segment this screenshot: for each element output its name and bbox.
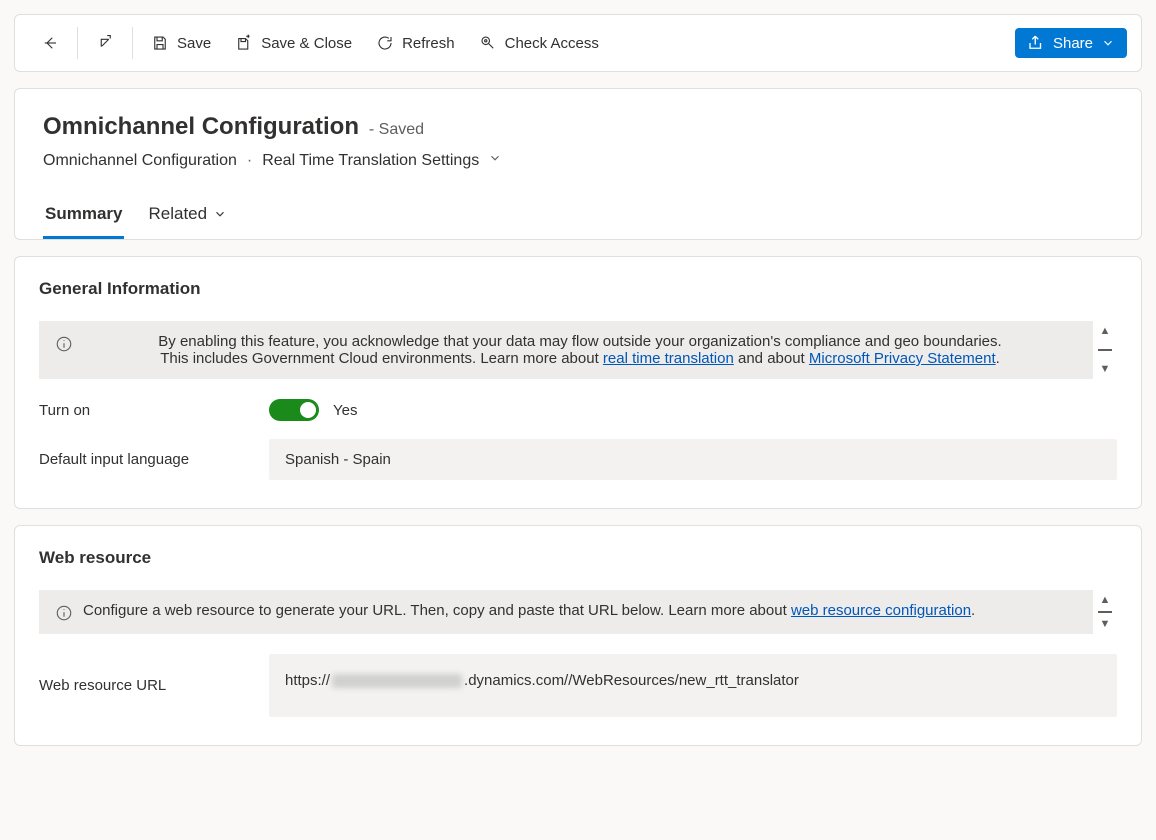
row-default-language: Default input language Spanish - Spain bbox=[39, 439, 1117, 480]
section-title-web-resource: Web resource bbox=[39, 548, 1117, 568]
save-close-label: Save & Close bbox=[261, 35, 352, 52]
save-label: Save bbox=[177, 35, 211, 52]
url-redacted bbox=[332, 674, 462, 688]
url-prefix: https:// bbox=[285, 672, 330, 689]
separator bbox=[77, 27, 78, 59]
check-access-button[interactable]: Check Access bbox=[467, 26, 611, 60]
tab-related-label: Related bbox=[148, 204, 207, 224]
toggle-turn-on-wrap: Yes bbox=[269, 399, 357, 421]
command-bar: Save Save & Close Refresh Check Access S… bbox=[14, 14, 1142, 72]
info-banner-web: Configure a web resource to generate you… bbox=[39, 590, 1093, 634]
scroll-up-icon: ▲ bbox=[1100, 594, 1111, 606]
share-label: Share bbox=[1053, 35, 1093, 52]
toggle-turn-on-value: Yes bbox=[333, 402, 357, 419]
scroll-bar-icon bbox=[1098, 349, 1112, 351]
open-new-window-button[interactable] bbox=[84, 26, 126, 60]
chevron-down-icon bbox=[1101, 36, 1115, 50]
info-line2c: . bbox=[996, 350, 1000, 367]
scroll-down-icon: ▼ bbox=[1100, 618, 1111, 630]
label-turn-on: Turn on bbox=[39, 402, 269, 419]
breadcrumb-item-1[interactable]: Omnichannel Configuration bbox=[43, 152, 237, 170]
open-external-icon bbox=[96, 34, 114, 52]
info-line2b: and about bbox=[734, 350, 809, 367]
info-message-web: Configure a web resource to generate you… bbox=[83, 602, 1077, 622]
info-line1: By enabling this feature, you acknowledg… bbox=[158, 333, 1001, 350]
section-general-information: General Information By enabling this fea… bbox=[14, 256, 1142, 509]
info-web-b: . bbox=[971, 602, 975, 619]
page-title: Omnichannel Configuration bbox=[43, 113, 359, 140]
refresh-label: Refresh bbox=[402, 35, 455, 52]
link-privacy-statement[interactable]: Microsoft Privacy Statement bbox=[809, 350, 996, 367]
tab-summary[interactable]: Summary bbox=[43, 194, 124, 239]
scroll-up-icon: ▲ bbox=[1100, 325, 1111, 337]
info-message: By enabling this feature, you acknowledg… bbox=[83, 333, 1077, 367]
chevron-down-icon bbox=[488, 151, 502, 165]
share-icon bbox=[1027, 34, 1045, 52]
url-suffix: .dynamics.com//WebResources/new_rtt_tran… bbox=[464, 672, 799, 689]
breadcrumb-item-2-label: Real Time Translation Settings bbox=[262, 152, 479, 169]
link-web-resource-config[interactable]: web resource configuration bbox=[791, 602, 971, 619]
row-web-resource-url: Web resource URL https:// .dynamics.com//… bbox=[39, 654, 1117, 717]
input-web-resource-url[interactable]: https:// .dynamics.com//WebResources/new_… bbox=[269, 654, 1117, 717]
tab-related[interactable]: Related bbox=[146, 194, 229, 239]
info-banner-wrap: By enabling this feature, you acknowledg… bbox=[39, 321, 1117, 379]
chevron-down-icon bbox=[213, 207, 227, 221]
record-header: Omnichannel Configuration - Saved Omnich… bbox=[14, 88, 1142, 240]
save-icon bbox=[151, 34, 169, 52]
row-turn-on: Turn on Yes bbox=[39, 399, 1117, 421]
info-banner-wrap-web: Configure a web resource to generate you… bbox=[39, 590, 1117, 634]
info-web-a: Configure a web resource to generate you… bbox=[83, 602, 791, 619]
label-web-resource-url: Web resource URL bbox=[39, 677, 269, 694]
scroll-indicator[interactable]: ▲ ▼ bbox=[1093, 321, 1117, 379]
breadcrumb-separator: · bbox=[247, 152, 252, 170]
save-button[interactable]: Save bbox=[139, 26, 223, 60]
separator bbox=[132, 27, 133, 59]
save-close-button[interactable]: Save & Close bbox=[223, 26, 364, 60]
check-access-icon bbox=[479, 34, 497, 52]
save-close-icon bbox=[235, 34, 253, 52]
back-button[interactable] bbox=[29, 26, 71, 60]
breadcrumb-item-2[interactable]: Real Time Translation Settings bbox=[262, 151, 501, 170]
refresh-button[interactable]: Refresh bbox=[364, 26, 467, 60]
tab-summary-label: Summary bbox=[45, 204, 122, 224]
section-web-resource: Web resource Configure a web resource to… bbox=[14, 525, 1142, 746]
share-button[interactable]: Share bbox=[1015, 28, 1127, 58]
title-row: Omnichannel Configuration - Saved bbox=[43, 113, 1113, 141]
arrow-left-icon bbox=[41, 34, 59, 52]
toggle-turn-on[interactable] bbox=[269, 399, 319, 421]
toggle-knob bbox=[300, 402, 316, 418]
info-icon bbox=[55, 604, 73, 622]
input-default-language[interactable]: Spanish - Spain bbox=[269, 439, 1117, 480]
breadcrumb: Omnichannel Configuration · Real Time Tr… bbox=[43, 151, 1113, 170]
tab-strip: Summary Related bbox=[43, 194, 1113, 239]
scroll-indicator[interactable]: ▲ ▼ bbox=[1093, 590, 1117, 634]
refresh-icon bbox=[376, 34, 394, 52]
info-icon bbox=[55, 335, 73, 353]
check-access-label: Check Access bbox=[505, 35, 599, 52]
info-line2a: This includes Government Cloud environme… bbox=[160, 350, 603, 367]
command-bar-left: Save Save & Close Refresh Check Access bbox=[29, 26, 611, 60]
label-default-language: Default input language bbox=[39, 451, 269, 468]
info-banner-general: By enabling this feature, you acknowledg… bbox=[39, 321, 1093, 379]
scroll-bar-icon bbox=[1098, 611, 1112, 613]
section-title-general: General Information bbox=[39, 279, 1117, 299]
link-real-time-translation[interactable]: real time translation bbox=[603, 350, 734, 367]
scroll-down-icon: ▼ bbox=[1100, 363, 1111, 375]
save-status: - Saved bbox=[369, 121, 424, 138]
